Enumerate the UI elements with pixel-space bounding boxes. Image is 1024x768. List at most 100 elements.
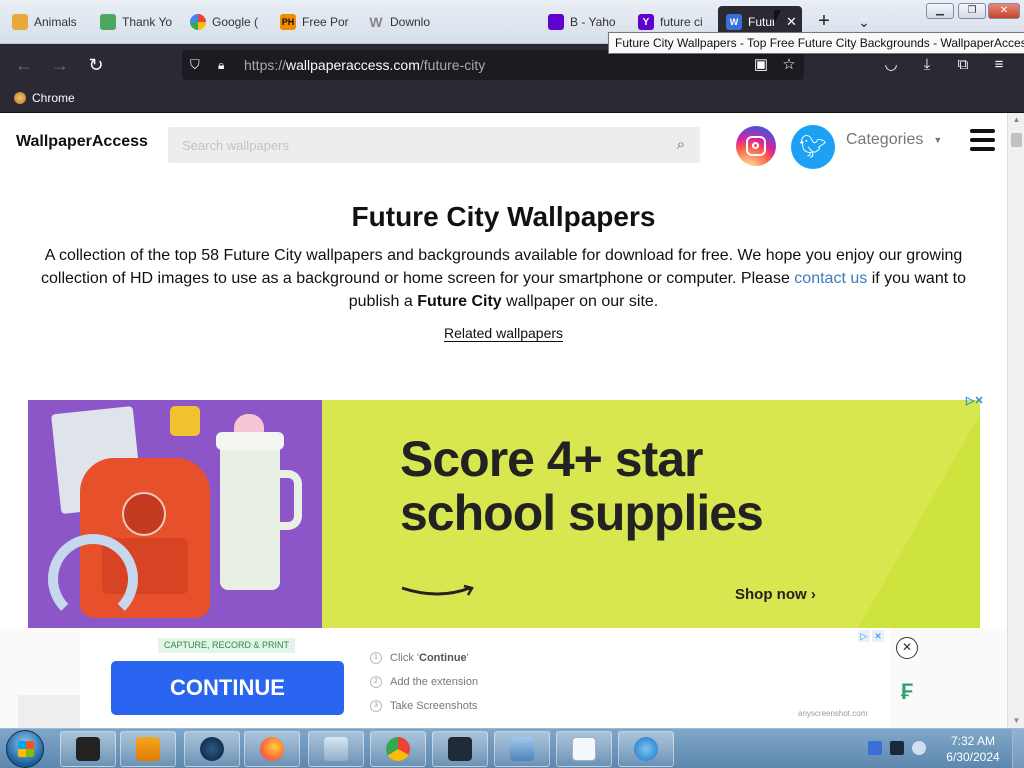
amazon-ad-banner[interactable]: Score 4+ star school supplies Shop now › xyxy=(28,400,980,628)
app-icon xyxy=(200,737,224,761)
site-header: WallpaperAccess ⌕ 🐦︎ Categories ▼ xyxy=(0,113,1007,175)
windows-taskbar: 7:32 AM 6/30/2024 xyxy=(0,728,1024,768)
taskbar-app-7[interactable] xyxy=(432,731,488,767)
related-wallpapers-link[interactable]: Related wallpapers xyxy=(443,325,564,342)
search-box: ⌕ xyxy=(168,127,700,163)
bookmark-star-icon[interactable]: ☆ xyxy=(780,56,798,74)
tab-google[interactable]: Google ( xyxy=(182,6,268,38)
back-icon[interactable]: ← xyxy=(12,53,36,77)
caret-down-icon: ▼ xyxy=(933,135,943,145)
wallpaperaccess-icon: W xyxy=(726,14,742,30)
step-2: 2 Add the extension xyxy=(370,670,478,694)
downloads-icon[interactable]: ⤓ xyxy=(916,54,938,76)
taskbar-chrome[interactable] xyxy=(370,731,426,767)
adchoices-small-icon[interactable]: ▷ xyxy=(858,630,870,642)
taskbar-media-player[interactable] xyxy=(120,731,176,767)
taskbar-photos[interactable] xyxy=(494,731,550,767)
bottom-ad-overlay: CAPTURE, RECORD & PRINT CONTINUE 1 Click … xyxy=(0,628,1007,728)
network-icon[interactable] xyxy=(890,741,904,755)
start-button[interactable] xyxy=(6,730,44,768)
instagram-icon[interactable] xyxy=(736,126,776,166)
search-icon[interactable]: ⌕ xyxy=(672,136,690,154)
list-all-tabs-icon[interactable]: ⌄ xyxy=(852,10,876,34)
document-icon xyxy=(572,737,596,761)
page-scrollbar[interactable]: ▲ ▼ xyxy=(1007,113,1024,728)
search-input[interactable] xyxy=(168,127,658,163)
app-icon xyxy=(448,737,472,761)
step-3: 3 Take Screenshots xyxy=(370,694,478,718)
minimize-button[interactable]: ▁ xyxy=(926,3,954,19)
chrome-icon xyxy=(386,737,410,761)
restore-button[interactable]: ❐ xyxy=(958,3,986,19)
paint-icon xyxy=(12,14,28,30)
close-window-button[interactable]: ✕ xyxy=(988,3,1020,19)
system-tray xyxy=(868,741,926,755)
page-title: Future City Wallpapers xyxy=(351,201,656,232)
forward-icon[interactable]: → xyxy=(48,53,72,77)
categories-menu[interactable]: Categories ▼ xyxy=(846,131,942,149)
capture-badge: CAPTURE, RECORD & PRINT xyxy=(158,638,296,653)
ad-close-controls[interactable]: ▷ ✕ xyxy=(858,630,884,642)
web-page: WallpaperAccess ⌕ 🐦︎ Categories ▼ Future… xyxy=(0,113,1007,728)
yahoo-search-icon: Y xyxy=(638,14,654,30)
amazon-smile-icon xyxy=(401,584,474,596)
intro-paragraph: A collection of the top 58 Future City w… xyxy=(41,247,966,310)
tab-download[interactable]: W Downlo xyxy=(360,6,444,38)
adchoices-icon[interactable]: ▷✕ xyxy=(966,394,984,407)
reader-view-icon[interactable]: ▣ xyxy=(752,56,770,74)
taskbar-firefox[interactable] xyxy=(244,731,300,767)
url-text[interactable]: https://wallpaperaccess.com/future-city xyxy=(244,57,485,73)
tab-thank-you[interactable]: Thank Yo xyxy=(92,6,178,38)
ad-steps: 1 Click 'Continue' 2 Add the extension 3 Ta… xyxy=(370,646,478,718)
new-tab-button[interactable]: + xyxy=(812,10,836,34)
tab-animals[interactable]: Animals xyxy=(4,6,84,38)
close-overlay-icon[interactable]: ✕ xyxy=(896,637,918,659)
bookmark-chrome[interactable]: Chrome xyxy=(14,91,75,105)
bookmarks-bar: Chrome xyxy=(0,86,1024,113)
ad-product-photo xyxy=(28,400,322,628)
tab-free-porn[interactable]: PH Free Por xyxy=(272,6,356,38)
url-bar[interactable]: ⛉ 🔒︎ https://wallpaperaccess.com/future-… xyxy=(182,50,804,80)
taskbar-app-5[interactable] xyxy=(308,731,364,767)
internet-explorer-icon xyxy=(634,737,658,761)
lock-icon[interactable]: 🔒︎ xyxy=(218,58,232,72)
tab-tooltip: Future City Wallpapers - Top Free Future… xyxy=(608,32,1024,54)
show-desktop-button[interactable] xyxy=(1012,729,1024,768)
yahoo-icon xyxy=(548,14,564,30)
taskbar-ie[interactable] xyxy=(618,731,674,767)
twitter-icon[interactable]: 🐦︎ xyxy=(791,125,835,169)
scroll-up-icon[interactable]: ▲ xyxy=(1008,113,1024,127)
shop-now-link[interactable]: Shop now › xyxy=(735,586,816,603)
ad-domain[interactable]: anyscreenshot.com xyxy=(798,709,867,718)
mouse-cursor xyxy=(774,10,781,24)
close-tab-icon[interactable]: ✕ xyxy=(786,14,797,30)
taskbar-document[interactable] xyxy=(556,731,612,767)
clock[interactable]: 7:32 AM 6/30/2024 xyxy=(938,733,1008,765)
screenshot-ad[interactable]: CAPTURE, RECORD & PRINT CONTINUE 1 Click … xyxy=(80,628,890,728)
taskbar-app-1[interactable] xyxy=(60,731,116,767)
continue-button[interactable]: CONTINUE xyxy=(111,661,344,715)
ad-close-icon[interactable]: ✕ xyxy=(872,630,884,642)
tray-icon[interactable] xyxy=(868,741,882,755)
taskbar-app-3[interactable] xyxy=(184,731,240,767)
headphones-image xyxy=(48,534,138,624)
extensions-icon[interactable]: ⧉ xyxy=(952,54,974,76)
ad-network-logo-icon[interactable]: ₣ xyxy=(896,680,918,704)
scroll-thumb[interactable] xyxy=(1011,133,1022,147)
screen: Animals Thank Yo Google ( PH Free Por W … xyxy=(0,0,1024,768)
hamburger-menu-icon[interactable] xyxy=(970,129,995,151)
shield-icon[interactable]: ⛉ xyxy=(190,57,206,73)
pocket-icon[interactable]: ◡ xyxy=(880,54,902,76)
contact-us-link[interactable]: contact us xyxy=(794,270,867,287)
emoji-cube-image xyxy=(170,406,200,436)
scroll-down-icon[interactable]: ▼ xyxy=(1008,714,1024,728)
menu-icon[interactable]: ≡ xyxy=(988,54,1010,76)
ph-icon: PH xyxy=(280,14,296,30)
w-icon: W xyxy=(369,14,383,30)
volume-icon[interactable] xyxy=(912,741,926,755)
reload-icon[interactable]: ↻ xyxy=(84,53,108,77)
ad-decoration xyxy=(858,400,980,628)
site-logo[interactable]: WallpaperAccess xyxy=(16,133,148,151)
app-icon xyxy=(324,737,348,761)
bookmark-icon xyxy=(14,92,26,104)
